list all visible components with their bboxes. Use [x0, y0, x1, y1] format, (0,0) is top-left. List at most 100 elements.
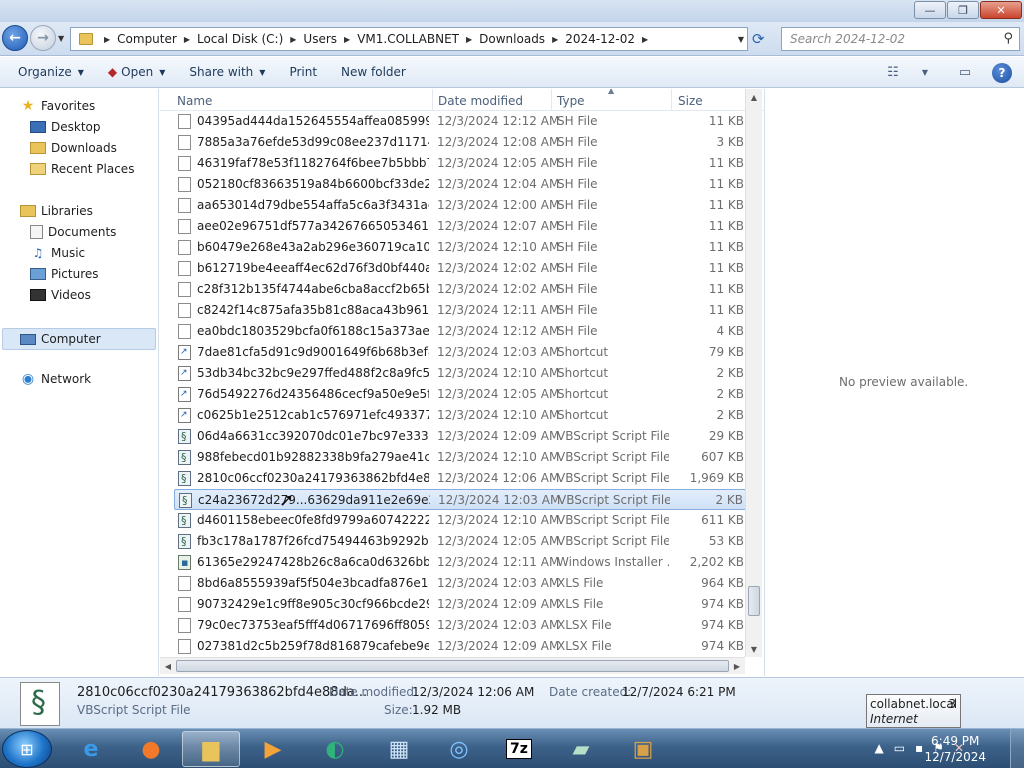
nav-music[interactable]: ♫ Music	[30, 246, 86, 260]
taskbar-clock[interactable]: 6:49 PM 12/7/2024	[924, 733, 986, 765]
chevron-right-icon[interactable]: ▶	[466, 35, 472, 44]
column-header-type[interactable]: Type	[557, 94, 585, 108]
chevron-right-icon[interactable]: ▶	[290, 35, 296, 44]
file-row[interactable]: aa653014d79dbe554affa5c6a3f3431aeb56... 1…	[174, 195, 746, 216]
file-row[interactable]: d4601158ebeec0fe8fd9799a60742222dc74... 1…	[174, 510, 746, 531]
new-folder-button[interactable]: New folder	[329, 60, 418, 84]
nav-libraries[interactable]: Libraries	[20, 204, 93, 218]
search-icon[interactable]: ⚲	[1003, 31, 1013, 46]
help-icon[interactable]: ?	[992, 62, 1012, 83]
open-button[interactable]: ◆ Open ▼	[96, 60, 177, 84]
file-row[interactable]: c24a23672d279...63629da911e2e69e26c3... 1…	[174, 489, 746, 510]
minimize-button[interactable]: —	[914, 1, 946, 19]
file-row[interactable]: 7885a3a76efde53d99c08ee237d11714b6b... 12…	[174, 132, 746, 153]
file-row[interactable]: aee02e96751df577a342676650534618c692... 1…	[174, 216, 746, 237]
file-row[interactable]: c8242f14c875afa35b81c88aca43b9616dcb... 1…	[174, 300, 746, 321]
refresh-icon[interactable]: ⟳	[752, 30, 765, 48]
file-row[interactable]: 53db34bc32bc9e297ffed488f2c8a9fc5096f...…	[174, 363, 746, 384]
view-dropdown-icon[interactable]: ▼	[912, 62, 938, 84]
column-header-name[interactable]: Name	[177, 94, 212, 108]
scroll-right-icon[interactable]: ▶	[729, 658, 745, 674]
taskbar-app-tools[interactable]: ▣	[614, 731, 672, 767]
start-button[interactable]: ⊞	[2, 730, 52, 768]
file-row[interactable]: 988febecd01b92882338b9fa279ae41c44ce... 1…	[174, 447, 746, 468]
vertical-scroll-thumb[interactable]	[748, 586, 760, 616]
close-button[interactable]: ✕	[980, 1, 1022, 19]
organize-button[interactable]: Organize ▼	[6, 60, 96, 84]
horizontal-scroll-thumb[interactable]	[176, 660, 729, 672]
breadcrumb-2024-12-02[interactable]: 2024-12-02	[565, 32, 635, 46]
taskbar-app-network[interactable]: ▦	[370, 731, 428, 767]
scroll-up-icon[interactable]: ▲	[746, 89, 762, 105]
vertical-scrollbar[interactable]: ▲ ▼	[745, 89, 762, 657]
taskbar-media-player[interactable]: ▶	[244, 731, 302, 767]
file-row[interactable]: 61365e29247428b26c8a6ca0d6326bbd04c... 12…	[174, 552, 746, 573]
file-row[interactable]: 90732429e1c9ff8e905c30cf966bcde29115... 1…	[174, 594, 746, 615]
breadcrumb-computer[interactable]: Computer	[117, 32, 177, 46]
file-row[interactable]: 027381d2c5b259f78d816879cafebe9e7944... 1…	[174, 636, 746, 657]
file-row[interactable]: c0625b1e2512cab1c576971efc4933771a8a... 1…	[174, 405, 746, 426]
nav-documents[interactable]: Documents	[30, 225, 116, 239]
address-bar[interactable]: ▶ Computer ▶ Local Disk (C:) ▶ Users ▶ V…	[70, 27, 748, 51]
taskbar-app-notes[interactable]: ▰	[552, 731, 610, 767]
file-row[interactable]: 79c0ec73753eaf5fff4d06717696ff80597b3...…	[174, 615, 746, 636]
chevron-right-icon[interactable]: ▶	[642, 35, 648, 44]
nav-pictures[interactable]: Pictures	[30, 267, 99, 281]
breadcrumb-users[interactable]: Users	[303, 32, 337, 46]
share-with-button[interactable]: Share with ▼	[177, 60, 277, 84]
horizontal-scrollbar[interactable]: ◀ ▶	[160, 657, 745, 674]
file-row[interactable]: c28f312b135f4744abe6cba8accf2b65bf9d... 1…	[174, 279, 746, 300]
nav-favorites[interactable]: ★ Favorites	[20, 98, 96, 114]
preview-pane-icon[interactable]: ▭	[952, 62, 978, 84]
taskbar-7zip[interactable]: 7z	[490, 731, 548, 767]
scroll-left-icon[interactable]: ◀	[160, 658, 176, 674]
file-row[interactable]: fb3c178a1787f26fcd75494463b9292bb1c7... 1…	[174, 531, 746, 552]
column-header-date-modified[interactable]: Date modified	[438, 94, 523, 108]
file-row[interactable]: 052180cf83663519a84b6600bcf33de2cd38... 1…	[174, 174, 746, 195]
chevron-right-icon[interactable]: ▶	[552, 35, 558, 44]
nav-desktop[interactable]: Desktop	[30, 120, 101, 134]
network-tray-icon[interactable]: ▪	[915, 741, 923, 755]
breadcrumb-local-disk[interactable]: Local Disk (C:)	[197, 32, 283, 46]
file-row[interactable]: 7dae81cfa5d91c9d9001649f6b68b3ef8404... 1…	[174, 342, 746, 363]
forward-button[interactable]: →	[30, 25, 56, 51]
taskbar-windows-explorer[interactable]: ▆	[182, 731, 240, 767]
nav-downloads[interactable]: Downloads	[30, 141, 117, 155]
column-divider[interactable]	[432, 89, 433, 111]
column-divider[interactable]	[551, 89, 552, 111]
column-header-size[interactable]: Size	[678, 94, 703, 108]
nav-videos[interactable]: Videos	[30, 288, 91, 302]
column-divider[interactable]	[671, 89, 672, 111]
file-row[interactable]: 2810c06ccf0230a24179363862bfd4e88dab... 1…	[174, 468, 746, 489]
change-view-icon[interactable]: ☷	[880, 62, 906, 84]
battery-icon[interactable]: ▭	[894, 741, 905, 755]
print-button[interactable]: Print	[277, 60, 329, 84]
back-button[interactable]: ←	[2, 25, 28, 51]
file-row[interactable]: ea0bdc1803529bcfa0f6188c15a373ae9776... 1…	[174, 321, 746, 342]
maximize-button[interactable]: ❐	[947, 1, 979, 19]
file-row[interactable]: b60479e268e43a2ab296e360719ca10755b... 12…	[174, 237, 746, 258]
nav-computer[interactable]: Computer	[2, 328, 156, 350]
chevron-right-icon[interactable]: ▶	[184, 35, 190, 44]
address-dropdown-icon[interactable]: ▼	[738, 35, 744, 44]
nav-network[interactable]: ◉ Network	[20, 371, 91, 387]
taskbar-internet-explorer[interactable]: e	[62, 731, 120, 767]
scroll-down-icon[interactable]: ▼	[746, 641, 762, 657]
file-row[interactable]: 04395ad444da152645554affea085999878f... 1…	[174, 111, 746, 132]
nav-recent-places[interactable]: Recent Places	[30, 162, 134, 176]
breadcrumb-vm1-collabnet[interactable]: VM1.COLLABNET	[357, 32, 459, 46]
breadcrumb-downloads[interactable]: Downloads	[479, 32, 545, 46]
show-hidden-icons-icon[interactable]: ▲	[874, 741, 883, 755]
taskbar-app-green[interactable]: ◐	[306, 731, 364, 767]
recent-pages-dropdown[interactable]: ▼	[58, 34, 64, 43]
taskbar-firefox[interactable]: ●	[122, 731, 180, 767]
file-row[interactable]: 76d5492276d24356486cecf9a50e9e5f45c2... 1…	[174, 384, 746, 405]
taskbar-app-search[interactable]: ◎	[430, 731, 488, 767]
chevron-right-icon[interactable]: ▶	[104, 35, 110, 44]
show-desktop-button[interactable]	[1010, 729, 1024, 768]
chevron-right-icon[interactable]: ▶	[344, 35, 350, 44]
file-row[interactable]: b612719be4eeaff4ec62d76f3d0bf440a16fc...…	[174, 258, 746, 279]
file-row[interactable]: 06d4a6631cc392070dc01e7bc97e333bd61... 12…	[174, 426, 746, 447]
file-row[interactable]: 8bd6a8555939af5f504e3bcadfa876e1447c... 1…	[174, 573, 746, 594]
search-input[interactable]: Search 2024-12-02 ⚲	[781, 27, 1020, 51]
